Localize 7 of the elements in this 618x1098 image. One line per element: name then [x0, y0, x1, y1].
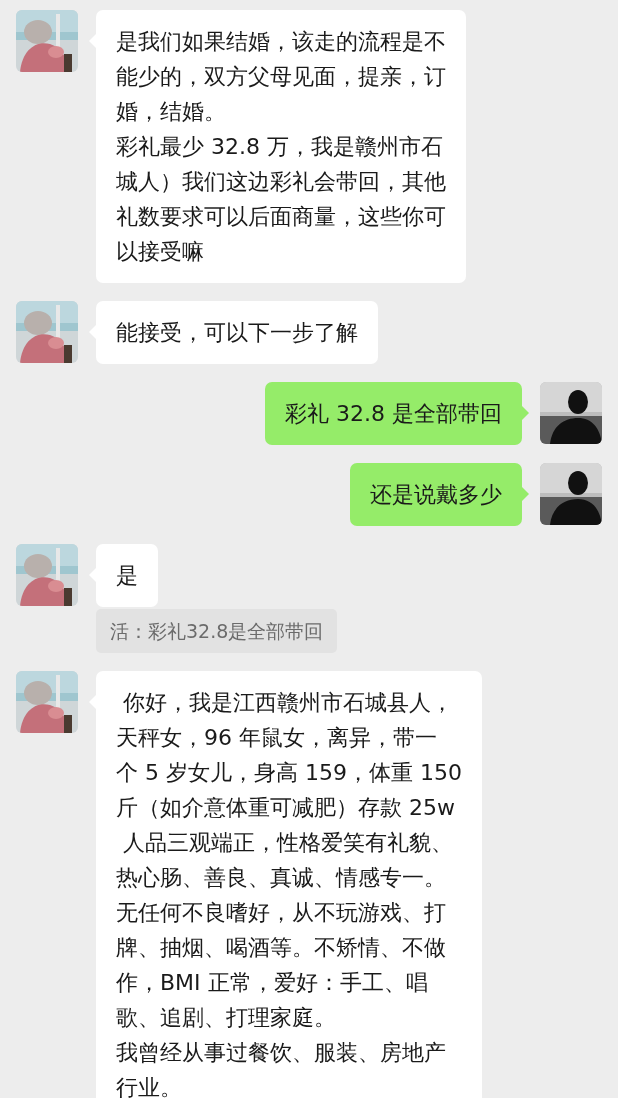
quoted-message: 活：彩礼32.8是全部带回 — [96, 609, 338, 653]
message-bubble: 彩礼 32.8 是全部带回 — [265, 382, 522, 445]
message-bubble: 还是说戴多少 — [350, 463, 522, 526]
message-bubble: 能接受，可以下一步了解 — [96, 301, 378, 364]
message-bubble: 是我们如果结婚，该走的流程是不 能少的，双方父母见面，提亲，订 婚，结婚。 彩礼最少 32.8 万，我是赣州市石 城人）我们这边彩礼会带回，其他 礼数要求可以后面商量，这些你可 以接受嘛 — [96, 10, 466, 283]
message-bubble: 你好，我是江西赣州市石城县人， 天秤女，96 年鼠女，离异，带一 个 5 岁女儿，身高 159，体重 150 斤（如介意体重可减肥）存款 25w 人品三观端正，性格爱笑有礼貌、 热心肠、善良、真诚、情感专一。 无任何不良嗜好，从不玩游戏、打 牌、抽烟、喝酒等。不矫情、不做 作，BMI 正常，爱好：手工、唱 歌、追剧、打理家庭。 我曾经从事过餐饮、服装、房地产 行业。 — [96, 671, 482, 1098]
message-bubble: 是 — [96, 544, 158, 607]
